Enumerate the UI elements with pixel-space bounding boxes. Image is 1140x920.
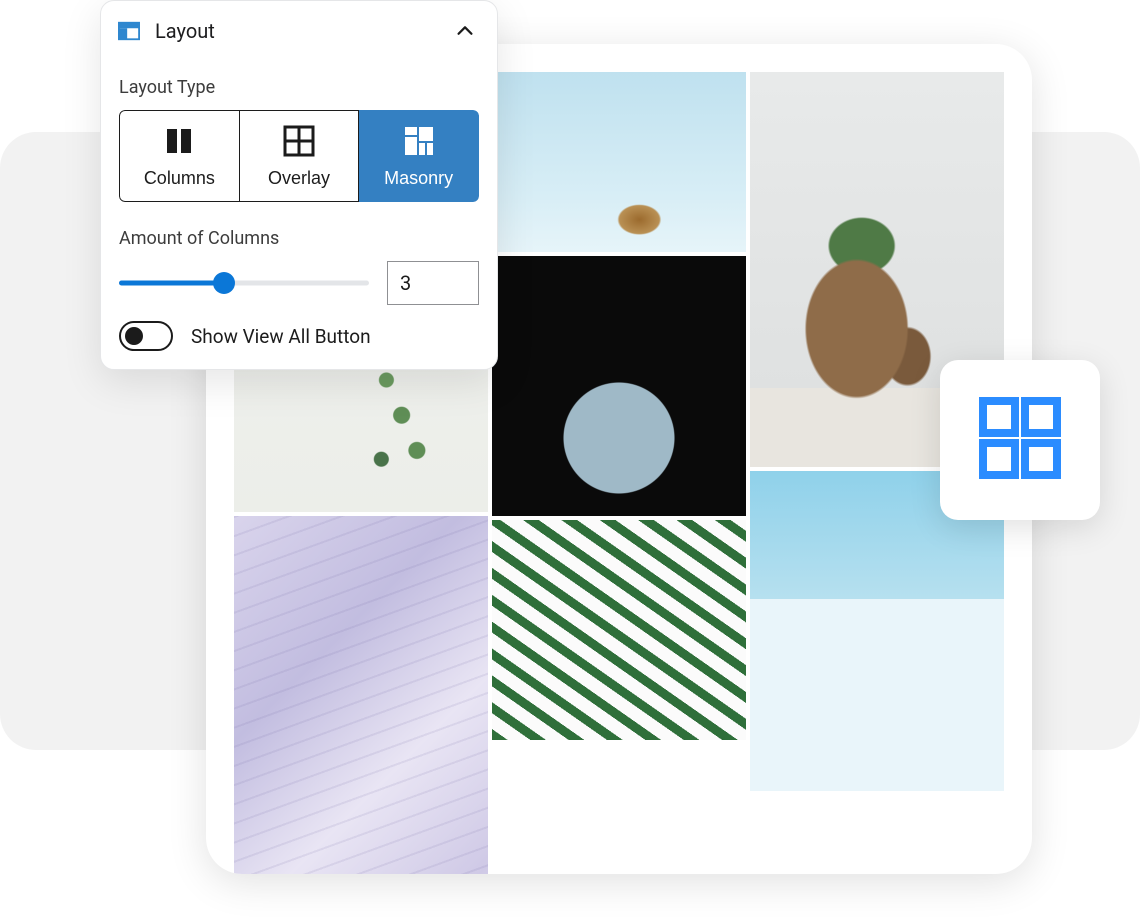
columns-value: 3 bbox=[400, 271, 411, 295]
layout-option-masonry[interactable]: Masonry bbox=[359, 110, 479, 202]
gallery-tile[interactable] bbox=[492, 520, 746, 740]
columns-slider[interactable] bbox=[119, 272, 369, 294]
gallery-tile[interactable] bbox=[492, 72, 746, 252]
slider-thumb[interactable] bbox=[213, 272, 235, 294]
columns-icon bbox=[162, 124, 196, 158]
option-label: Overlay bbox=[268, 168, 330, 189]
option-label: Columns bbox=[144, 168, 215, 189]
columns-input[interactable]: 3 bbox=[387, 261, 479, 305]
overlay-icon bbox=[282, 124, 316, 158]
show-view-all-toggle[interactable] bbox=[119, 321, 173, 351]
panel-title: Layout bbox=[155, 19, 451, 43]
gallery-tile[interactable] bbox=[492, 256, 746, 516]
toggle-knob bbox=[125, 327, 143, 345]
layout-panel: Layout Layout Type Columns Overlay bbox=[100, 0, 498, 370]
columns-label: Amount of Columns bbox=[119, 228, 479, 249]
option-label: Masonry bbox=[384, 168, 453, 189]
grid-icon bbox=[979, 397, 1061, 483]
grid-badge bbox=[940, 360, 1100, 520]
layout-option-columns[interactable]: Columns bbox=[119, 110, 240, 202]
slider-fill bbox=[119, 281, 224, 286]
layout-type-segmented: Columns Overlay Masonr bbox=[119, 110, 479, 202]
show-view-all-label: Show View All Button bbox=[191, 325, 371, 348]
layout-icon bbox=[117, 19, 141, 43]
chevron-up-icon bbox=[451, 17, 479, 45]
panel-header[interactable]: Layout bbox=[101, 1, 497, 61]
masonry-icon bbox=[402, 124, 436, 158]
gallery-tile[interactable] bbox=[234, 516, 488, 874]
layout-option-overlay[interactable]: Overlay bbox=[240, 110, 360, 202]
layout-type-label: Layout Type bbox=[119, 77, 479, 98]
